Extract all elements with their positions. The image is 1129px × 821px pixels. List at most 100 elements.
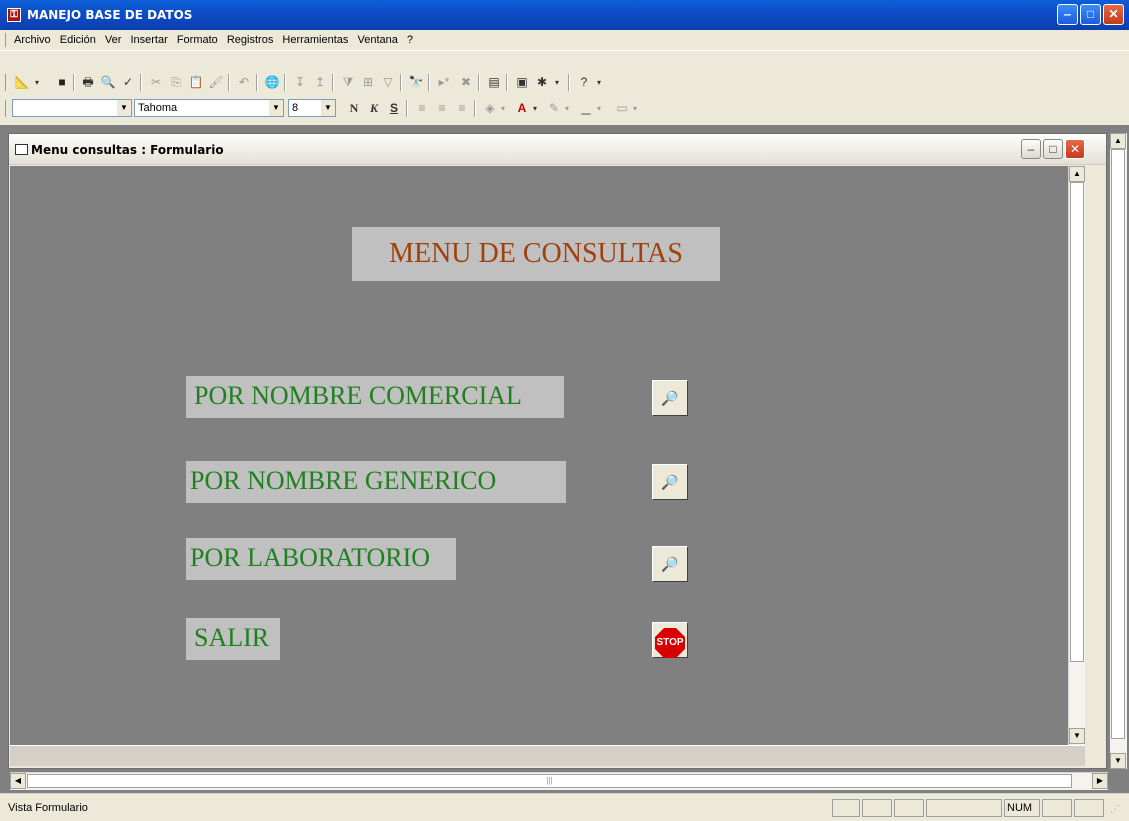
- query-nombre-generico-button[interactable]: 🔎: [652, 464, 688, 500]
- new-record-icon[interactable]: ▸*: [434, 73, 454, 92]
- cut-icon[interactable]: ✂: [146, 73, 166, 92]
- formatting-toolbar: ▼ Tahoma ▼ 8 ▼ N K S ≡ ≡ ≡ ◈ ▾ A ▾ ✎ ▾ ▁…: [0, 96, 1129, 121]
- fill-color-icon[interactable]: ◈: [480, 99, 500, 118]
- save-icon[interactable]: ■: [52, 73, 72, 92]
- print-icon[interactable]: 🖶: [78, 73, 98, 92]
- chevron-down-icon[interactable]: ▼: [321, 100, 335, 116]
- undo-icon[interactable]: ↶: [234, 73, 254, 92]
- access-app-icon[interactable]: ⚿: [7, 8, 21, 22]
- menu-registros[interactable]: Registros: [224, 30, 276, 50]
- form-icon: [15, 144, 28, 155]
- underline-button[interactable]: S: [384, 99, 404, 118]
- mdi-vertical-scrollbar[interactable]: ▲ ▼: [1110, 133, 1127, 769]
- bold-button[interactable]: N: [344, 99, 364, 118]
- form-close-button[interactable]: ✕: [1065, 139, 1085, 159]
- scroll-up-icon[interactable]: ▲: [1069, 166, 1085, 182]
- status-panel: [1074, 799, 1104, 817]
- italic-button[interactable]: K: [364, 99, 384, 118]
- toolbar-gripper[interactable]: [5, 74, 9, 91]
- align-right-icon[interactable]: ≡: [452, 99, 472, 118]
- menu-herramientas[interactable]: Herramientas: [279, 30, 351, 50]
- scroll-right-icon[interactable]: ▶: [1092, 773, 1108, 789]
- font-color-icon[interactable]: A: [512, 99, 532, 118]
- option-label-laboratorio: POR LABORATORIO: [186, 538, 456, 580]
- hscroll-thumb[interactable]: |||: [27, 774, 1072, 788]
- scroll-down-icon[interactable]: ▼: [1069, 728, 1085, 744]
- font-color-dropdown-icon[interactable]: ▾: [530, 99, 540, 118]
- scroll-thumb[interactable]: [1070, 182, 1084, 662]
- resize-grip-icon[interactable]: ⋰: [1110, 804, 1120, 815]
- app-title-bar: ⚿ MANEJO BASE DE DATOS ‒ □ ✕: [0, 0, 1129, 30]
- query-icon: 🔎: [661, 556, 679, 572]
- delete-record-icon[interactable]: ✖: [456, 73, 476, 92]
- status-panel: [926, 799, 1002, 817]
- horizontal-scrollbar[interactable]: ◀ ||| ▶: [10, 772, 1108, 790]
- spelling-icon[interactable]: ✓: [118, 73, 138, 92]
- form-vertical-scrollbar[interactable]: ▲ ▼: [1068, 166, 1085, 745]
- query-laboratorio-button[interactable]: 🔎: [652, 546, 688, 582]
- database-window-icon[interactable]: ▣: [512, 73, 532, 92]
- menu-archivo[interactable]: Archivo: [11, 30, 54, 50]
- menu-insertar[interactable]: Insertar: [127, 30, 170, 50]
- line-color-icon[interactable]: ✎: [544, 99, 564, 118]
- filter-by-form-icon[interactable]: ⊞: [358, 73, 378, 92]
- menu-help[interactable]: ?: [404, 30, 416, 50]
- num-lock-indicator: NUM: [1004, 799, 1040, 817]
- line-color-dropdown-icon[interactable]: ▾: [562, 99, 572, 118]
- paste-icon[interactable]: 📋: [186, 73, 206, 92]
- scroll-up-icon[interactable]: ▲: [1110, 133, 1126, 149]
- menu-ver[interactable]: Ver: [102, 30, 125, 50]
- sort-descending-icon[interactable]: ↥: [310, 73, 330, 92]
- filter-by-selection-icon[interactable]: ⧩: [338, 73, 358, 92]
- close-button[interactable]: ✕: [1103, 4, 1124, 25]
- chevron-down-icon[interactable]: ▼: [117, 100, 131, 116]
- format-painter-icon[interactable]: 🖌: [206, 73, 226, 92]
- form-minimize-button[interactable]: ‒: [1021, 139, 1041, 159]
- menu-ventana[interactable]: Ventana: [354, 30, 400, 50]
- query-nombre-comercial-button[interactable]: 🔎: [652, 380, 688, 416]
- option-label-nombre-generico: POR NOMBRE GENERICO: [186, 461, 566, 503]
- copy-icon[interactable]: ⎘: [166, 73, 186, 92]
- menu-formato[interactable]: Formato: [174, 30, 221, 50]
- minimize-button[interactable]: ‒: [1057, 4, 1078, 25]
- scroll-down-icon[interactable]: ▼: [1110, 753, 1126, 769]
- option-label-salir: SALIR: [186, 618, 280, 660]
- form-window-title: Menu consultas : Formulario: [31, 143, 224, 157]
- scroll-left-icon[interactable]: ◀: [10, 773, 26, 789]
- properties-icon[interactable]: ▤: [484, 73, 504, 92]
- menubar-gripper[interactable]: [5, 33, 9, 47]
- print-preview-icon[interactable]: 🔍: [98, 73, 118, 92]
- chevron-down-icon[interactable]: ▼: [269, 100, 283, 116]
- toolbar-options-icon[interactable]: ▾: [594, 73, 604, 92]
- object-combo[interactable]: ▼: [12, 99, 132, 117]
- query-icon: 🔎: [661, 474, 679, 490]
- special-effect-icon[interactable]: ▭: [612, 99, 632, 118]
- mdi-scroll-thumb[interactable]: [1111, 149, 1125, 739]
- form-maximize-button[interactable]: □: [1043, 139, 1063, 159]
- fill-color-dropdown-icon[interactable]: ▾: [498, 99, 508, 118]
- align-left-icon[interactable]: ≡: [412, 99, 432, 118]
- apply-filter-icon[interactable]: ▽: [378, 73, 398, 92]
- special-effect-dropdown-icon[interactable]: ▾: [630, 99, 640, 118]
- new-object-dropdown-icon[interactable]: ▾: [552, 73, 562, 92]
- find-icon[interactable]: 🔭: [406, 73, 426, 92]
- option-label-nombre-comercial: POR NOMBRE COMERCIAL: [186, 376, 564, 418]
- hyperlink-icon[interactable]: 🌐: [262, 73, 282, 92]
- align-center-icon[interactable]: ≡: [432, 99, 452, 118]
- font-size-combo[interactable]: 8 ▼: [288, 99, 336, 117]
- query-icon: 🔎: [661, 390, 679, 406]
- new-object-icon[interactable]: ✱: [532, 73, 552, 92]
- sort-ascending-icon[interactable]: ↧: [290, 73, 310, 92]
- line-width-icon[interactable]: ▁: [576, 99, 596, 118]
- maximize-button[interactable]: □: [1080, 4, 1101, 25]
- format-toolbar-gripper[interactable]: [5, 100, 9, 117]
- font-combo[interactable]: Tahoma ▼: [134, 99, 284, 117]
- view-dropdown-icon[interactable]: ▾: [32, 73, 42, 92]
- status-panel: [832, 799, 860, 817]
- line-width-dropdown-icon[interactable]: ▾: [594, 99, 604, 118]
- help-icon[interactable]: ?: [574, 73, 594, 92]
- app-title: MANEJO BASE DE DATOS: [27, 8, 193, 22]
- menu-edicion[interactable]: Edición: [57, 30, 99, 50]
- view-icon[interactable]: 📐: [12, 73, 32, 92]
- salir-button[interactable]: STOP: [652, 622, 688, 658]
